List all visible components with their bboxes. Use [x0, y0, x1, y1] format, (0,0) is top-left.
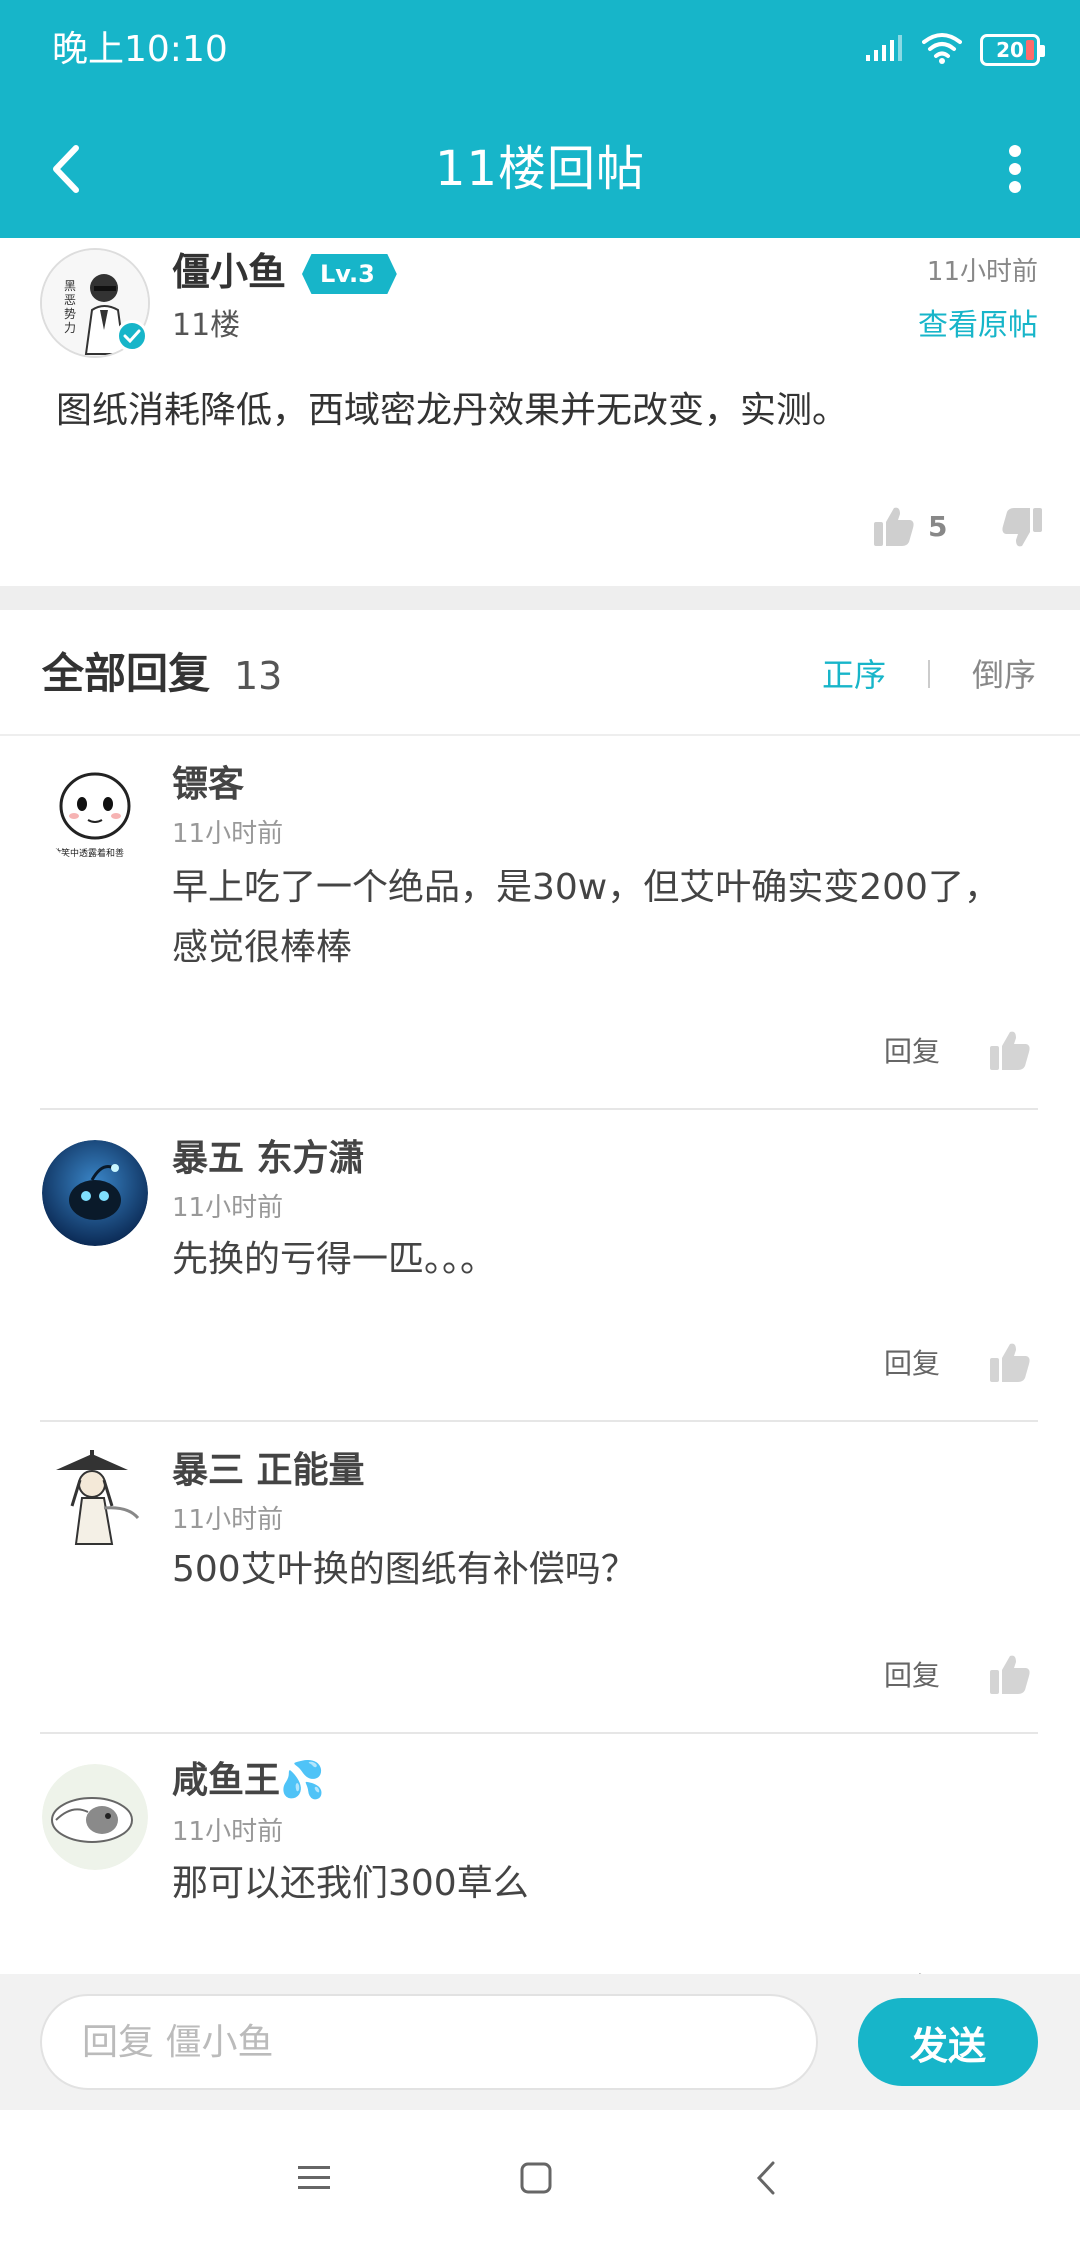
- home-button[interactable]: [506, 2148, 566, 2208]
- main-post: 黑 恶 势 力 僵小鱼 Lv.3 11楼 11小时前 查看原帖 图纸消耗降低，西…: [0, 238, 1080, 586]
- thumbs-up-icon: [990, 1343, 1030, 1382]
- status-time: 晚上10:10: [52, 29, 228, 70]
- replies-header: 全部回复 13 正序 倒序: [0, 610, 1080, 736]
- replies-count: 13: [234, 654, 283, 698]
- reply-avatar[interactable]: 微笑中透露着和善: [42, 760, 148, 866]
- svg-text:微笑中透露着和善: 微笑中透露着和善: [52, 847, 124, 859]
- reply-button[interactable]: 回复: [884, 1344, 940, 1384]
- svg-text:黑: 黑: [64, 279, 76, 293]
- signal-icon: [864, 33, 904, 67]
- reply-content: 先换的亏得一匹。。。: [172, 1230, 1032, 1290]
- post-time: 11小时前: [926, 257, 1038, 287]
- reply-input[interactable]: [40, 1994, 818, 2090]
- reply-input-bar: 发送: [0, 1974, 1080, 2110]
- post-like-button[interactable]: 5: [872, 504, 947, 548]
- reply-button[interactable]: 回复: [884, 1032, 940, 1072]
- reply-content-line: 先换的亏得一匹。。。: [172, 1239, 497, 1280]
- back-arrow-icon: [53, 145, 79, 193]
- status-bar: 晚上10:10 20: [0, 0, 1080, 100]
- reply-like-button[interactable]: [988, 1652, 1032, 1700]
- reply-content-line: 感觉很棒棒: [172, 927, 353, 968]
- post-content: 图纸消耗降低，西域密龙丹效果并无改变，实测。: [56, 390, 849, 431]
- post-dislike-button[interactable]: [1000, 506, 1044, 554]
- app-bar: 11楼回帖: [0, 100, 1080, 238]
- thumbs-up-icon: [990, 1655, 1030, 1694]
- status-icons: 20: [864, 30, 1045, 70]
- avatar-icon: [42, 1140, 148, 1246]
- reply-content: 早上吃了一个绝品，是30w，但艾叶确实变200了， 感觉很棒棒: [172, 858, 1032, 978]
- post-floor: 11楼: [172, 308, 241, 343]
- replies-title: 全部回复: [42, 649, 211, 698]
- reply-item: 微笑中透露着和善 镖客 11小时前 早上吃了一个绝品，是30w，但艾叶确实变20…: [0, 738, 1080, 1110]
- more-options-button[interactable]: [990, 134, 1040, 204]
- reply-author-name[interactable]: 暴三 正能量: [172, 1446, 365, 1496]
- reply-content-line: 早上吃了一个绝品，是30w，但艾叶确实变200了，: [172, 867, 1000, 908]
- reply-item: 暴五 东方潇 11小时前 先换的亏得一匹。。。 回复: [0, 1110, 1080, 1422]
- reply-avatar[interactable]: [42, 1764, 148, 1870]
- svg-text:势: 势: [64, 307, 76, 321]
- battery-icon: 20: [980, 34, 1045, 66]
- reply-time: 11小时前: [172, 1505, 284, 1535]
- reply-author-name[interactable]: 暴五 东方潇: [172, 1134, 365, 1184]
- reply-avatar[interactable]: [42, 1448, 148, 1554]
- thumbs-up-icon: [990, 1031, 1030, 1070]
- battery-level: 20: [996, 38, 1024, 62]
- verified-check-icon: [116, 320, 148, 352]
- post-like-count: 5: [928, 509, 948, 543]
- reply-content-line: 那可以还我们300草么: [172, 1863, 529, 1904]
- reply-content: 那可以还我们300草么: [172, 1854, 1032, 1914]
- avatar-icon: [42, 1764, 148, 1870]
- back-button[interactable]: [30, 134, 100, 204]
- sort-descending-tab[interactable]: 倒序: [972, 652, 1036, 698]
- send-button[interactable]: 发送: [858, 1998, 1038, 2086]
- reply-like-button[interactable]: [988, 1340, 1032, 1388]
- reply-time: 11小时前: [172, 819, 284, 849]
- reply-content-line: 500艾叶换的图纸有补偿吗？: [172, 1549, 637, 1590]
- reply-time: 11小时前: [172, 1193, 284, 1223]
- post-author-name[interactable]: 僵小鱼: [172, 246, 286, 298]
- wifi-icon: [922, 32, 962, 68]
- reply-item: 咸鱼王💦 11小时前 那可以还我们300草么 回复: [0, 1734, 1080, 1974]
- svg-text:力: 力: [64, 321, 76, 335]
- menu-button[interactable]: [284, 2148, 344, 2208]
- reply-like-button[interactable]: [988, 1028, 1032, 1076]
- level-badge: Lv.3: [302, 254, 397, 294]
- reply-author-name[interactable]: 咸鱼王💦: [172, 1756, 325, 1806]
- reply-time: 11小时前: [172, 1817, 284, 1847]
- reply-button[interactable]: 回复: [884, 1656, 940, 1696]
- thumbs-up-icon: [874, 507, 914, 546]
- reply-author-name[interactable]: 镖客: [172, 760, 244, 810]
- reply-avatar[interactable]: [42, 1140, 148, 1246]
- avatar-icon: [42, 1448, 148, 1554]
- nav-back-button[interactable]: [736, 2148, 796, 2208]
- reply-item: 暴三 正能量 11小时前 500艾叶换的图纸有补偿吗？ 回复: [0, 1422, 1080, 1734]
- more-vertical-icon: [1009, 145, 1021, 193]
- view-original-link[interactable]: 查看原帖: [918, 304, 1038, 348]
- svg-text:恶: 恶: [64, 293, 76, 307]
- reply-content: 500艾叶换的图纸有补偿吗？: [172, 1540, 1032, 1600]
- sort-separator: [928, 660, 930, 688]
- system-nav-bar: [0, 2110, 1080, 2244]
- home-square-icon: [520, 2162, 552, 2194]
- avatar-icon: 微笑中透露着和善: [42, 760, 148, 866]
- sort-ascending-tab[interactable]: 正序: [822, 652, 886, 698]
- thumbs-down-icon: [1002, 508, 1042, 547]
- back-chevron-icon: [756, 2161, 775, 2195]
- menu-icon: [298, 2166, 330, 2189]
- section-divider: [0, 586, 1080, 610]
- page-title: 11楼回帖: [434, 141, 646, 197]
